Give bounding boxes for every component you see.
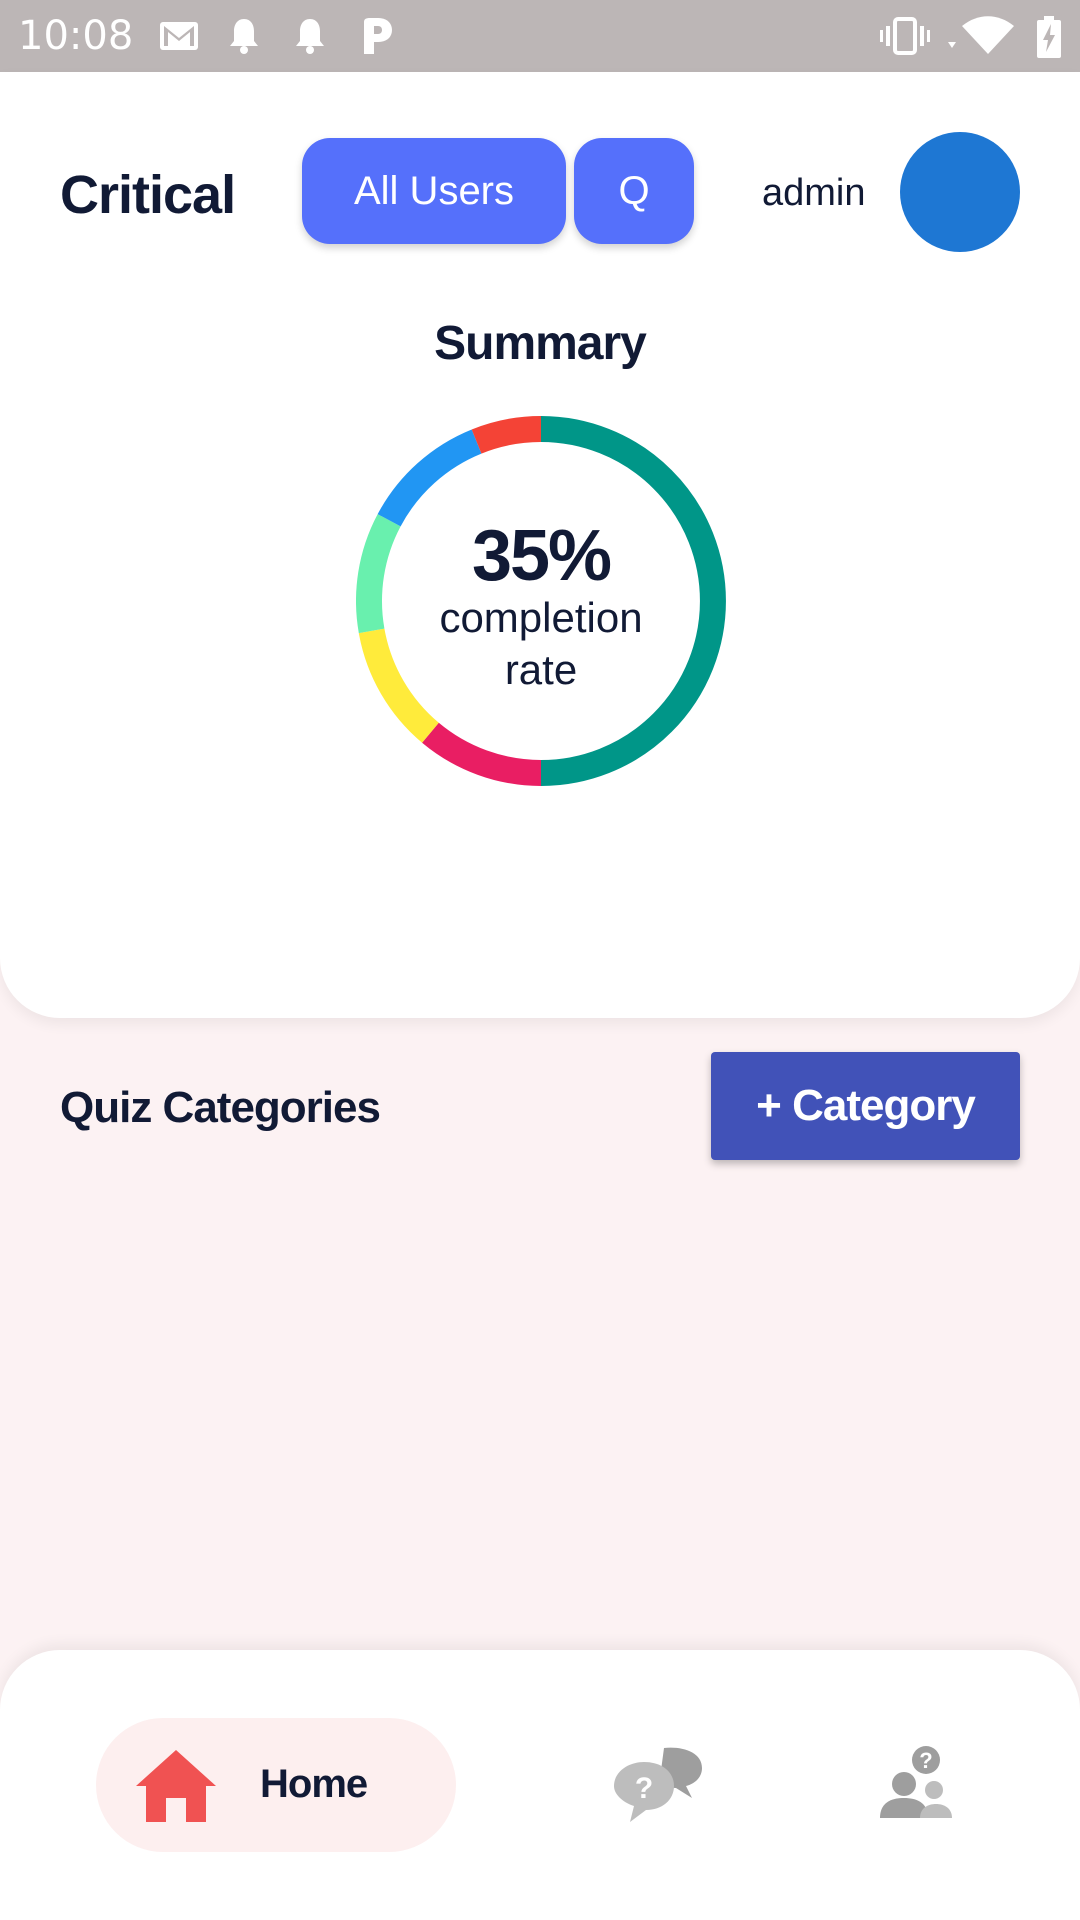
all-users-button[interactable]: All Users — [302, 138, 566, 244]
parking-icon — [364, 18, 392, 54]
summary-title: Summary — [434, 317, 647, 370]
svg-text:?: ? — [919, 1748, 932, 1773]
avatar[interactable] — [900, 132, 1020, 252]
battery-charging-icon — [1037, 16, 1061, 58]
users-question-icon[interactable]: ? — [876, 1744, 956, 1824]
home-icon — [136, 1750, 216, 1822]
nav-item-home[interactable]: Home — [96, 1718, 456, 1852]
quiz-categories-title: Quiz Categories — [60, 1083, 381, 1132]
nav-item-home-label: Home — [260, 1762, 368, 1806]
quiz-chat-icon[interactable]: ? — [612, 1744, 708, 1824]
username-label: admin — [762, 172, 866, 214]
completion-label: completion rate — [439, 594, 643, 693]
notification-bell-icon — [296, 19, 324, 54]
wifi-icon — [948, 16, 1014, 54]
status-bar: 10:08 — [0, 0, 1080, 72]
q-button[interactable]: Q — [574, 138, 694, 244]
completion-percent: 35% — [471, 516, 612, 596]
gmail-icon — [160, 22, 198, 50]
add-category-button[interactable]: + Category — [711, 1052, 1020, 1160]
notification-bell-icon — [230, 19, 258, 54]
status-time: 10:08 — [18, 13, 134, 59]
donut-center: 35% completion rate — [356, 416, 726, 786]
vibrate-icon — [880, 17, 930, 55]
svg-text:?: ? — [635, 1772, 653, 1805]
page-title: Critical — [60, 165, 236, 225]
